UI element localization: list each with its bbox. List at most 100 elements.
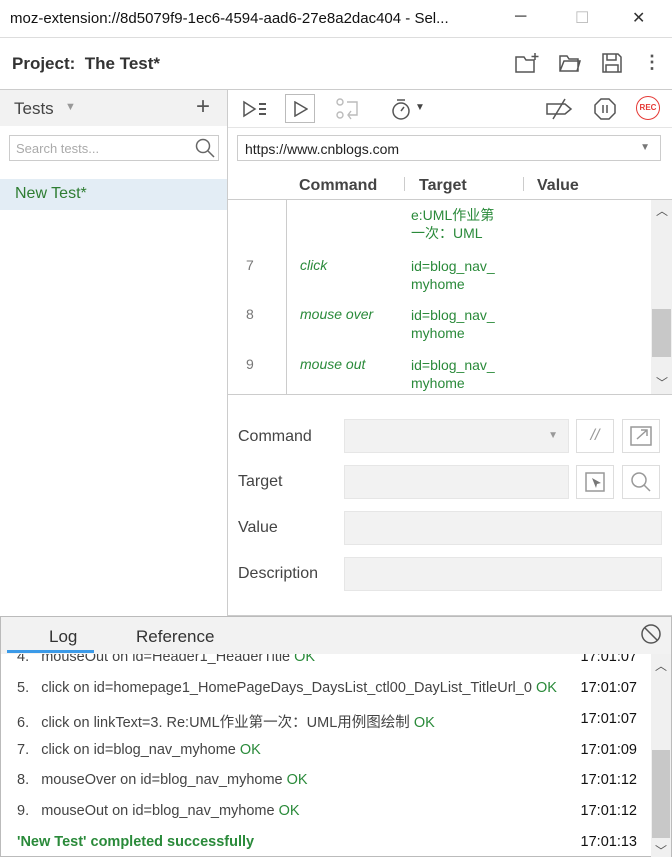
log-summary: 'New Test' completed successfully 17:01:1…	[17, 834, 637, 850]
open-window-icon	[630, 426, 652, 446]
command-input[interactable]: ▼	[344, 419, 569, 453]
search-tests-input[interactable]: Search tests...	[9, 135, 219, 161]
description-label: Description	[238, 565, 319, 582]
value-label: Value	[238, 519, 278, 536]
log-time: 17:01:07	[580, 654, 637, 665]
log-text: mouseOut on id=blog_nav_myhome	[41, 803, 275, 819]
target-label: Target	[238, 473, 283, 490]
target-input[interactable]	[344, 465, 569, 499]
row-number: 9	[246, 356, 254, 372]
scroll-down-icon[interactable]: ﹀	[655, 842, 667, 859]
select-element-icon	[585, 472, 605, 492]
commands-table-header: Command Target Value	[228, 172, 672, 200]
chevron-down-icon: ▼	[548, 430, 558, 441]
log-text: click on linkText=3. Re:UML作业第一次：UML用例图绘…	[41, 715, 410, 731]
record-button[interactable]: REC	[636, 96, 660, 120]
log-entry: 7. click on id=blog_nav_myhome OK 17:01:0…	[17, 742, 637, 758]
new-project-icon[interactable]	[514, 52, 540, 74]
open-project-icon[interactable]	[558, 53, 582, 73]
log-time: 17:01:07	[580, 680, 637, 696]
log-entry: 6. click on linkText=3. Re:UML作业第一次：UML用…	[17, 711, 637, 732]
log-entry: 4. mouseOut on id=Header1_HeaderTitle OK…	[17, 654, 637, 665]
base-url-select[interactable]: https://www.cnblogs.com ▼	[237, 135, 661, 161]
tests-header: Tests ▼ +	[0, 90, 227, 126]
open-reference-button[interactable]	[622, 419, 660, 453]
run-all-tests-icon[interactable]	[242, 100, 268, 118]
log-text: click on id=homepage1_HomePageDays_DaysL…	[41, 680, 532, 696]
clear-log-icon[interactable]	[640, 623, 662, 645]
log-text: mouseOut on id=Header1_HeaderTitle	[41, 654, 291, 665]
active-tab-indicator	[7, 650, 94, 653]
log-scrollbar[interactable]: ︿ ﹀	[651, 654, 671, 859]
disable-breakpoints-icon[interactable]	[545, 98, 573, 120]
log-status: OK	[286, 772, 308, 788]
pause-on-exceptions-icon[interactable]	[594, 98, 616, 120]
log-num: 5.	[17, 680, 30, 696]
base-url-value: https://www.cnblogs.com	[245, 141, 400, 157]
column-divider	[404, 177, 405, 191]
log-entries: 4. mouseOut on id=Header1_HeaderTitle OK…	[1, 654, 651, 857]
tests-dropdown[interactable]: Tests	[14, 99, 54, 119]
maximize-button[interactable]: ☐	[575, 8, 589, 28]
line-number-divider	[286, 200, 287, 394]
log-num: 9.	[17, 803, 30, 819]
command-editor: Command ▼ // Target Value Description	[228, 396, 672, 616]
column-header-value: Value	[537, 177, 579, 194]
log-num: 6.	[17, 715, 30, 731]
add-test-button[interactable]: +	[196, 93, 210, 121]
log-time: 17:01:09	[580, 742, 637, 758]
scroll-up-icon[interactable]: ︿	[656, 202, 668, 219]
row-command: click	[300, 257, 328, 273]
log-tabs: Log Reference	[1, 617, 671, 654]
window-title: moz-extension://8d5079f9-1ec6-4594-aad6-…	[10, 10, 449, 27]
log-entry: 5. click on id=homepage1_HomePageDays_Da…	[17, 680, 637, 696]
scroll-down-icon[interactable]: ﹀	[656, 374, 668, 391]
scroll-up-icon[interactable]: ︿	[655, 657, 667, 674]
row-target: id=blog_nav_myhome	[411, 307, 495, 341]
log-text: click on id=blog_nav_myhome	[41, 742, 236, 758]
value-input[interactable]	[344, 511, 662, 545]
description-input[interactable]	[344, 557, 662, 591]
title-bar: moz-extension://8d5079f9-1ec6-4594-aad6-…	[0, 0, 672, 38]
log-status: OK	[413, 715, 435, 731]
log-time: 17:01:12	[580, 803, 637, 819]
chevron-down-icon: ▼	[640, 142, 650, 153]
log-status: OK	[294, 654, 316, 665]
scrollbar-thumb[interactable]	[652, 309, 671, 357]
speed-timer-icon[interactable]	[391, 98, 411, 120]
row-target: id=blog_nav_myhome	[411, 258, 495, 292]
log-entry: 9. mouseOut on id=blog_nav_myhome OK 17:0…	[17, 803, 637, 819]
find-target-button[interactable]	[622, 465, 660, 499]
column-divider	[523, 177, 524, 191]
test-item-new-test[interactable]: New Test*	[0, 179, 227, 210]
search-icon[interactable]	[195, 138, 215, 158]
project-label: Project: The Test*	[12, 54, 160, 74]
row-number: 7	[246, 257, 254, 273]
log-status: OK	[278, 803, 300, 819]
log-status: OK	[535, 680, 557, 696]
row-target: id=blog_nav_myhome	[411, 357, 495, 391]
log-time: 17:01:13	[580, 834, 637, 850]
tab-log[interactable]: Log	[49, 627, 77, 647]
summary-text: 'New Test' completed successfully	[17, 834, 255, 850]
log-status: OK	[239, 742, 261, 758]
scrollbar-thumb[interactable]	[652, 750, 670, 838]
chevron-down-icon[interactable]: ▼	[65, 101, 76, 113]
row-command: mouse over	[300, 306, 374, 322]
column-header-command: Command	[299, 177, 378, 194]
log-panel: Log Reference 4. mouseOut on id=Header1_…	[0, 616, 672, 859]
save-project-icon[interactable]	[601, 52, 623, 74]
log-num: 8.	[17, 772, 30, 788]
table-scrollbar[interactable]: ︿ ﹀	[651, 200, 672, 394]
select-target-button[interactable]	[576, 465, 614, 499]
project-name[interactable]: The Test*	[85, 54, 160, 73]
speed-dropdown-icon[interactable]: ▼	[415, 102, 425, 113]
more-options-icon[interactable]: ⋮	[643, 52, 661, 73]
tab-reference[interactable]: Reference	[136, 627, 214, 647]
step-icon[interactable]	[336, 98, 360, 120]
minimize-button[interactable]: ─	[515, 8, 526, 26]
run-current-test-button[interactable]	[285, 94, 315, 123]
toggle-comment-button[interactable]: //	[576, 419, 614, 453]
close-button[interactable]: ✕	[632, 8, 645, 28]
project-label-text: Project:	[12, 54, 76, 73]
